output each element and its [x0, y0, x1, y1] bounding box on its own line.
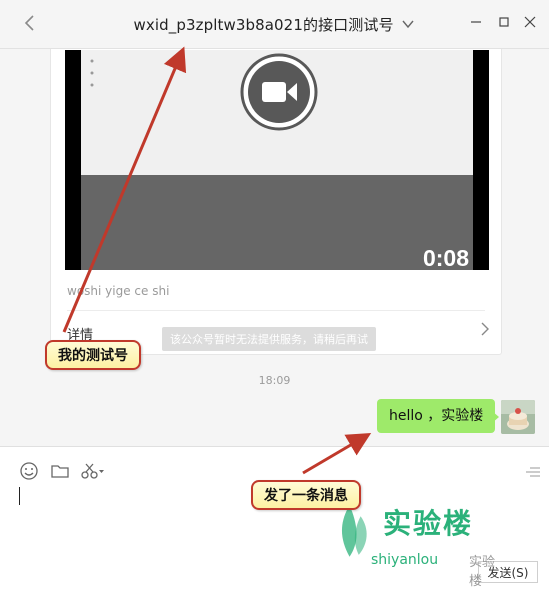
- chevron-down-icon[interactable]: [401, 17, 415, 31]
- watermark-brand: 实验楼: [383, 507, 474, 540]
- video-duration: 0:08: [422, 245, 469, 270]
- annotation-callout-test-account: 我的测试号: [45, 340, 141, 370]
- annotation-callout-sent-message: 发了一条消息: [251, 480, 361, 510]
- emoji-icon[interactable]: [19, 461, 39, 481]
- video-player[interactable]: 0:08: [65, 50, 489, 270]
- folder-icon[interactable]: [50, 461, 70, 481]
- close-icon[interactable]: [520, 12, 540, 32]
- watermark-social: 实验楼: [469, 555, 496, 589]
- avatar[interactable]: [501, 400, 535, 434]
- title-bar: wxid_p3zpltw3b8a021的接口测试号: [0, 0, 549, 49]
- maximize-icon[interactable]: [494, 12, 514, 32]
- brand-watermark: 实验楼 shiyanlou 实验楼: [333, 502, 503, 589]
- expand-input-icon[interactable]: [525, 465, 541, 479]
- video-frame: 0:08: [81, 50, 473, 270]
- system-notice: 该公众号暂时无法提供服务，请稍后再试: [162, 327, 376, 351]
- minimize-icon[interactable]: [466, 12, 486, 32]
- chat-history[interactable]: 0:08 woshi yige ce shi 详情 该公众号暂时无法提供服务，请…: [0, 49, 549, 446]
- bubble-tail: [492, 411, 499, 423]
- video-message-card[interactable]: 0:08 woshi yige ce shi 详情: [50, 49, 502, 355]
- sent-message-bubble[interactable]: hello ，实验楼: [377, 399, 496, 433]
- scissors-icon[interactable]: [80, 461, 106, 481]
- avatar-image: [501, 400, 535, 434]
- message-timestamp: 18:09: [258, 374, 291, 387]
- chevron-right-icon[interactable]: [479, 320, 491, 338]
- card-divider: [67, 310, 485, 311]
- video-camera-icon[interactable]: [239, 52, 319, 132]
- video-overlay-bar: 0:08: [81, 175, 473, 270]
- text-cursor: [19, 487, 20, 505]
- chat-title-text: wxid_p3zpltw3b8a021的接口测试号: [133, 16, 394, 34]
- video-caption: woshi yige ce shi: [67, 284, 170, 298]
- video-decoration: [90, 59, 94, 87]
- watermark-url: shiyanlou: [371, 552, 439, 568]
